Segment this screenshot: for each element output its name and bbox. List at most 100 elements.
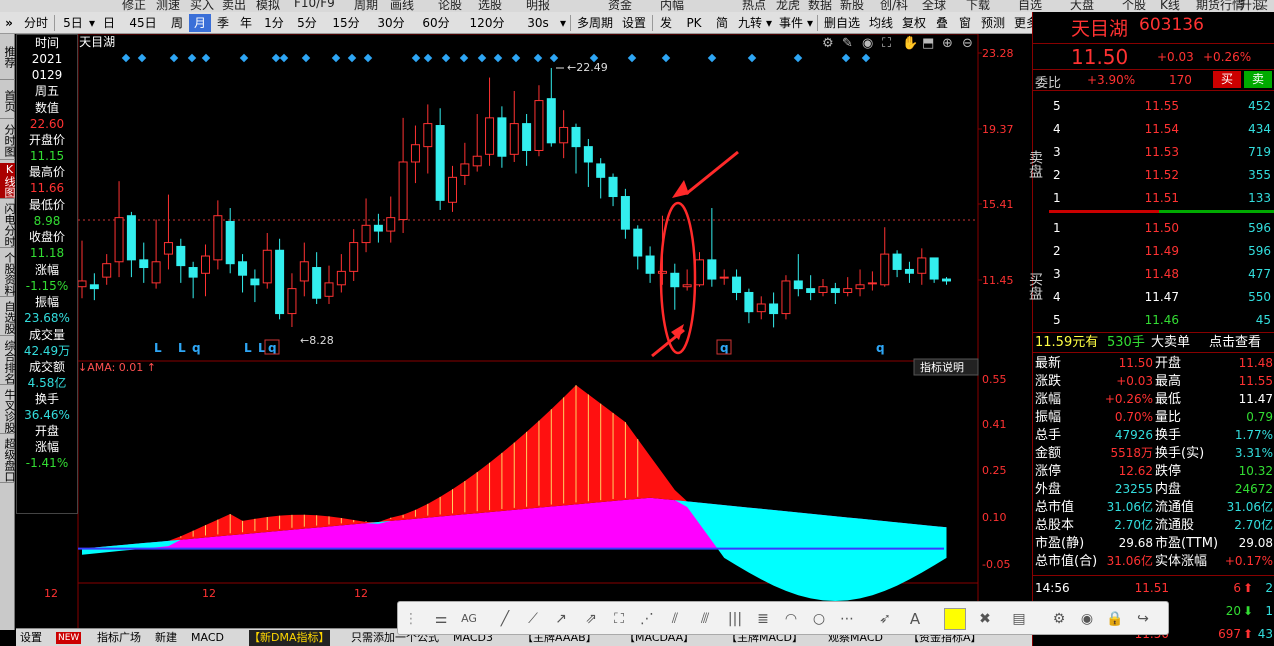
big-order-row[interactable]: 11.59元有 530手 大卖单 点击查看: [1033, 332, 1274, 353]
fan-tool-icon[interactable]: ⋰: [638, 610, 656, 628]
top-menu-item[interactable]: F10/F9: [294, 0, 335, 10]
period-tab[interactable]: 多周期: [573, 14, 617, 32]
period-tab[interactable]: 120分: [459, 14, 515, 32]
dropdown-arrow-icon[interactable]: ▾: [805, 14, 815, 32]
top-menu-item[interactable]: 龙虎: [776, 0, 800, 12]
period-tab[interactable]: 叠: [931, 14, 953, 32]
left-tab-6[interactable]: 自选股: [0, 300, 16, 336]
zoom-out-icon[interactable]: ⊖: [962, 36, 973, 51]
top-menu-item[interactable]: 修正: [122, 0, 146, 12]
eye-icon[interactable]: ◉: [1078, 610, 1096, 628]
top-menu-item[interactable]: 创/科: [880, 0, 908, 12]
top-menu-item[interactable]: 全球: [922, 0, 946, 12]
share-icon[interactable]: ↪: [1134, 610, 1152, 628]
top-menu-item[interactable]: 买入: [190, 0, 214, 12]
gear-icon[interactable]: ⚙: [822, 36, 834, 51]
period-tab[interactable]: 30分: [369, 14, 413, 32]
more-tools-icon[interactable]: ⋯: [838, 610, 856, 628]
top-menu-item[interactable]: 大盘: [1070, 0, 1094, 12]
period-tab[interactable]: 复权: [898, 14, 930, 32]
settings-lines-icon[interactable]: ⚌: [432, 610, 450, 628]
top-menu-item[interactable]: 数据: [808, 0, 832, 12]
top-menu-item[interactable]: 测速: [156, 0, 180, 12]
fib-tool-icon[interactable]: ≣: [754, 610, 772, 628]
text-style-icon[interactable]: AG: [460, 610, 478, 628]
top-menu-item[interactable]: 周期: [354, 0, 378, 12]
arrow-tool-icon[interactable]: ⇗: [582, 610, 600, 628]
bottom-tab-4[interactable]: MACD: [191, 630, 224, 646]
top-menu-item[interactable]: 模拟: [256, 0, 280, 12]
period-tab[interactable]: 设置: [618, 14, 650, 32]
dropdown-arrow-icon[interactable]: ▾: [764, 14, 774, 32]
toolbar-expand-icon[interactable]: »: [2, 14, 16, 32]
top-menu-item[interactable]: 内幅: [660, 0, 684, 12]
left-tab-7[interactable]: 综合排名: [0, 339, 16, 385]
bottom-tab-3[interactable]: 新建: [155, 630, 177, 646]
save-template-icon[interactable]: ▤: [1010, 610, 1028, 628]
top-menu-item[interactable]: 下载: [966, 0, 990, 12]
rect-tool-icon[interactable]: ⛶: [610, 610, 628, 628]
top-menu-item[interactable]: 明报: [526, 0, 550, 12]
zoom-in-icon[interactable]: ⊕: [942, 36, 953, 51]
period-tab[interactable]: 1分: [258, 14, 290, 32]
left-tab-1[interactable]: 首页: [0, 83, 16, 119]
cursor-icon[interactable]: ➶: [876, 610, 894, 628]
period-tab[interactable]: 5日: [57, 14, 89, 32]
left-tab-0[interactable]: 推荐: [0, 34, 16, 80]
lock-icon[interactable]: 🔒: [1106, 610, 1124, 628]
top-menu-item[interactable]: 资金: [608, 0, 632, 12]
channel-tool-icon[interactable]: ⫽: [666, 610, 684, 628]
top-menu-item[interactable]: 画线: [390, 0, 414, 12]
left-tab-3[interactable]: K线图: [0, 163, 16, 199]
top-menu-item[interactable]: 论股: [438, 0, 462, 12]
top-menu-item[interactable]: 期货: [1196, 0, 1220, 12]
frame-icon[interactable]: ⛶: [881, 36, 892, 51]
left-tab-9[interactable]: 超级盘口: [0, 437, 16, 483]
period-lines-icon[interactable]: |||: [726, 610, 744, 628]
top-menu-item[interactable]: 个股: [1122, 0, 1146, 12]
period-tab[interactable]: 周: [166, 14, 188, 32]
period-tab[interactable]: 均线: [865, 14, 897, 32]
period-tab[interactable]: 年: [235, 14, 257, 32]
period-tab[interactable]: PK: [678, 14, 710, 32]
drag-handle-icon[interactable]: ⋮: [402, 610, 420, 628]
sell-button[interactable]: 卖: [1244, 71, 1272, 88]
pen-icon[interactable]: ✎: [842, 36, 853, 51]
period-tab[interactable]: 日: [98, 14, 120, 32]
period-tab[interactable]: 发: [655, 14, 677, 32]
kline-chart-svg[interactable]: 月线(复权) 天目湖⚙✎◉⛶✋⬒⊕⊖23.2819.3715.4111.45←2…: [16, 34, 1031, 630]
period-tab[interactable]: 60分: [414, 14, 458, 32]
bottom-tab-0[interactable]: 设置: [20, 630, 42, 646]
left-tab-8[interactable]: 牛叉诊股: [0, 388, 16, 434]
period-tab[interactable]: 月: [189, 14, 211, 32]
dropdown-arrow-icon[interactable]: ▾: [558, 14, 568, 32]
hand-icon[interactable]: ✋: [902, 35, 918, 51]
period-tab[interactable]: 30s: [516, 14, 560, 32]
dropdown-arrow-icon[interactable]: ▾: [87, 14, 97, 32]
color-swatch[interactable]: [944, 608, 966, 630]
period-tab[interactable]: 窗: [954, 14, 976, 32]
left-tab-4[interactable]: 闪电分时: [0, 202, 16, 248]
top-menu-item[interactable]: 热点: [742, 0, 766, 12]
period-tab[interactable]: 九转: [734, 14, 766, 32]
period-tab[interactable]: 删自选: [820, 14, 864, 32]
left-tab-2[interactable]: 分时图: [0, 122, 16, 160]
period-tab[interactable]: 15分: [324, 14, 368, 32]
period-tab[interactable]: 简: [711, 14, 733, 32]
buy-button[interactable]: 买: [1213, 71, 1241, 88]
text-tool-icon[interactable]: A: [906, 610, 924, 628]
top-menu-item[interactable]: 买股: [1256, 0, 1274, 12]
bottom-tab-1[interactable]: NEW: [56, 632, 82, 644]
period-tab[interactable]: 季: [212, 14, 234, 32]
period-tab[interactable]: 分时: [20, 14, 52, 32]
top-menu-item[interactable]: 新股: [840, 0, 864, 12]
circle-tool-icon[interactable]: ○: [810, 610, 828, 628]
bottom-tab-5[interactable]: 【新DMA指标】: [249, 630, 330, 646]
period-tab[interactable]: 预测: [977, 14, 1009, 32]
top-menu-item[interactable]: K线: [1160, 0, 1180, 12]
delete-icon[interactable]: ✖: [976, 610, 994, 628]
bottom-tab-2[interactable]: 指标广场: [97, 630, 141, 646]
period-tab[interactable]: 事件: [775, 14, 807, 32]
layout-icon[interactable]: ⬒: [922, 36, 934, 51]
left-tab-5[interactable]: 个股资料: [0, 251, 16, 297]
